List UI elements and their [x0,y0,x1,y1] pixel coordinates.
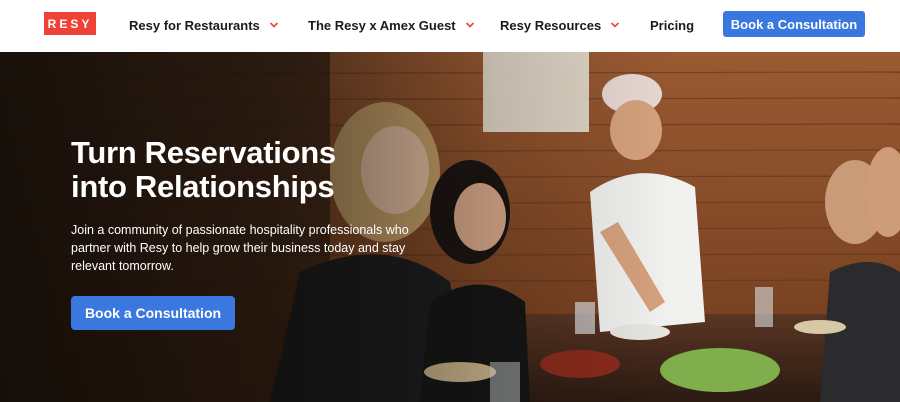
hero-title-line-2: into Relationships [71,169,335,204]
chevron-down-icon [465,20,475,30]
nav-item-label: Pricing [650,17,695,33]
nav-item-resy-for-restaurants[interactable]: Resy for Restaurants [129,16,279,34]
nav-item-label: Resy for Restaurants [129,17,260,33]
hero-description: Join a community of passionate hospitali… [71,223,409,273]
resy-logo[interactable]: RESY [44,12,96,35]
book-consultation-hero-button[interactable]: Book a Consultation [71,296,235,330]
nav-item-label: The Resy x Amex Guest [308,17,456,33]
hero-title-line-1: Turn Reservations [71,135,336,170]
nav-item-resy-resources[interactable]: Resy Resources [500,16,620,34]
chevron-down-icon [269,20,279,30]
hero-title: Turn Reservations into Relationships [71,136,431,204]
nav-item-label: Resy Resources [500,17,602,33]
top-navigation: RESY Resy for Restaurants The Resy x Ame… [0,0,900,52]
chevron-down-icon [610,20,620,30]
book-consultation-nav-button[interactable]: Book a Consultation [723,11,865,37]
nav-item-pricing[interactable]: Pricing [650,16,694,34]
hero-section: Turn Reservations into Relationships Joi… [0,52,900,402]
nav-item-resy-amex-guest[interactable]: The Resy x Amex Guest [308,16,475,34]
